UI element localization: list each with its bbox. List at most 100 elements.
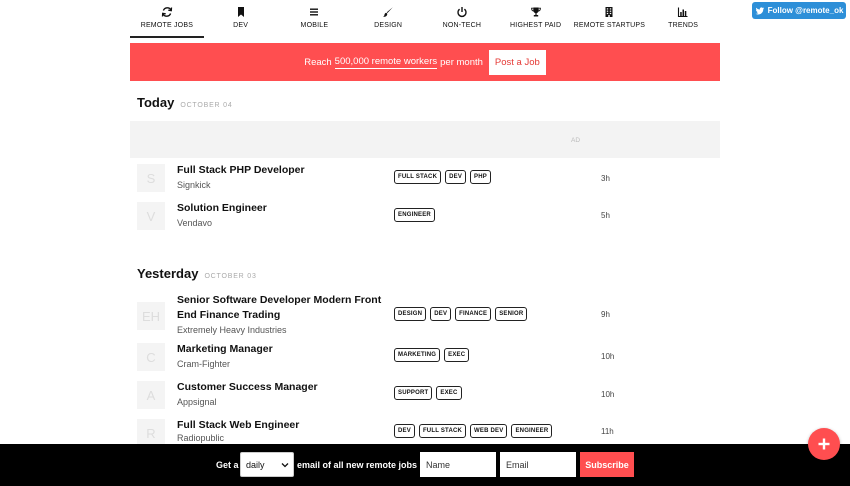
day-title: Today [137, 95, 175, 110]
banner-suffix: per month [440, 56, 483, 68]
job-tag[interactable]: DEV [394, 424, 415, 438]
frequency-value: daily [246, 459, 265, 470]
job-row[interactable]: EH Senior Software Developer Modern Fron… [130, 290, 720, 340]
job-tag[interactable]: ENGINEER [511, 424, 553, 438]
twitter-bird-icon [755, 6, 764, 14]
post-job-button[interactable]: Post a Job [488, 49, 546, 75]
plus-icon [818, 438, 830, 450]
job-tags: ENGINEER [394, 208, 435, 222]
bar-chart-icon [678, 7, 688, 18]
company-name: Radiopublic [177, 433, 225, 443]
power-icon [457, 7, 467, 18]
day-date: OCTOBER 03 [204, 273, 257, 280]
job-title[interactable]: Full Stack Web Engineer [177, 418, 382, 433]
nav-design[interactable]: DESIGN [351, 0, 425, 38]
company-name: Appsignal [177, 397, 217, 407]
nav-remote-jobs[interactable]: REMOTE JOBS [130, 0, 204, 38]
top-nav: REMOTE JOBS DEV MOBILE DESIGN NON-TECH H… [130, 0, 720, 38]
nav-label: MOBILE [300, 22, 329, 29]
job-tag[interactable]: WEB DEV [470, 424, 508, 438]
ad-label: AD [571, 137, 581, 144]
twitter-follow-label: Follow @remote_ok [767, 6, 844, 15]
nav-trends[interactable]: TRENDS [646, 0, 720, 38]
brush-icon [383, 7, 393, 17]
twitter-follow-button[interactable]: Follow @remote_ok [752, 2, 846, 19]
job-tag[interactable]: EXEC [436, 386, 462, 400]
job-title[interactable]: Solution Engineer [177, 201, 382, 216]
nav-label: DESIGN [374, 22, 403, 29]
job-tags: SUPPORT EXEC [394, 386, 462, 400]
job-tag[interactable]: FULL STACK [394, 170, 442, 184]
nav-label: DEV [233, 22, 249, 29]
frequency-select[interactable]: daily [240, 452, 294, 477]
job-tags: FULL STACK DEV PHP [394, 170, 491, 184]
job-tag[interactable]: PHP [470, 170, 491, 184]
company-logo: C [137, 343, 165, 371]
company-logo: V [137, 202, 165, 230]
trophy-icon [530, 7, 541, 17]
nav-label: REMOTE STARTUPS [573, 22, 646, 29]
day-header-yesterday: Yesterday OCTOBER 03 [137, 266, 257, 281]
day-header-today: Today OCTOBER 04 [137, 95, 233, 110]
subscribe-button[interactable]: Subscribe [580, 452, 634, 477]
job-tag[interactable]: FINANCE [455, 307, 492, 321]
job-tag[interactable]: SENIOR [495, 307, 528, 321]
company-logo: R [137, 419, 165, 447]
job-tag[interactable]: EXEC [444, 348, 470, 362]
job-tag[interactable]: MARKETING [394, 348, 441, 362]
add-job-fab[interactable] [808, 428, 840, 460]
page: REMOTE JOBS DEV MOBILE DESIGN NON-TECH H… [0, 0, 850, 486]
job-tag[interactable]: FULL STACK [418, 424, 467, 438]
job-tag[interactable]: DESIGN [394, 307, 427, 321]
bookmark-icon [237, 7, 244, 17]
job-age: 9h [601, 310, 610, 319]
job-tags: DEV FULL STACK WEB DEV ENGINEER [394, 424, 553, 438]
job-age: 11h [601, 427, 614, 436]
day-title: Yesterday [137, 266, 199, 281]
job-age: 5h [601, 211, 610, 220]
refresh-icon [161, 7, 173, 17]
nav-highest-paid[interactable]: HIGHEST PAID [499, 0, 573, 38]
nav-label: REMOTE JOBS [140, 22, 194, 29]
job-title[interactable]: Customer Success Manager [177, 380, 382, 395]
banner-highlight: 500,000 remote workers [334, 55, 438, 69]
job-tags: MARKETING EXEC [394, 348, 470, 362]
name-input[interactable]: Name [420, 452, 496, 477]
promo-banner: Reach 500,000 remote workers per month P… [130, 43, 720, 81]
nav-label: NON-TECH [442, 22, 482, 29]
email-input[interactable]: Email [500, 452, 576, 477]
company-logo: S [137, 164, 165, 192]
company-logo: EH [137, 302, 165, 330]
job-tag[interactable]: DEV [430, 307, 452, 321]
company-name: Vendavo [177, 218, 213, 228]
job-row[interactable]: A Customer Success Manager Appsignal SUP… [130, 377, 720, 415]
nav-non-tech[interactable]: NON-TECH [425, 0, 499, 38]
company-name: Signkick [177, 180, 211, 190]
chevron-down-icon [281, 463, 289, 468]
subscribe-suffix: email of all new remote jobs [297, 460, 418, 470]
subscribe-bar: Get a daily email of all new remote jobs… [0, 444, 850, 486]
nav-label: HIGHEST PAID [510, 22, 562, 29]
nav-remote-startups[interactable]: REMOTE STARTUPS [573, 0, 647, 38]
ad-slot[interactable]: AD [130, 121, 720, 158]
job-tag[interactable]: ENGINEER [394, 208, 435, 222]
company-logo: A [137, 381, 165, 409]
job-tags: DESIGN DEV FINANCE SENIOR [394, 307, 528, 321]
job-title[interactable]: Senior Software Developer Modern Front E… [177, 293, 382, 323]
company-name: Extremely Heavy Industries [177, 325, 287, 335]
job-row[interactable]: S Full Stack PHP Developer Signkick FULL… [130, 160, 720, 198]
job-row[interactable]: C Marketing Manager Cram-Fighter MARKETI… [130, 339, 720, 377]
nav-dev[interactable]: DEV [204, 0, 278, 38]
banner-prefix: Reach [304, 56, 332, 68]
day-date: OCTOBER 04 [180, 102, 233, 109]
job-tag[interactable]: DEV [445, 170, 467, 184]
job-title[interactable]: Marketing Manager [177, 342, 382, 357]
subscribe-prefix: Get a [216, 460, 239, 470]
job-title[interactable]: Full Stack PHP Developer [177, 163, 382, 178]
job-age: 10h [601, 352, 615, 361]
building-icon [605, 7, 613, 17]
menu-icon [310, 8, 319, 16]
job-tag[interactable]: SUPPORT [394, 386, 433, 400]
nav-mobile[interactable]: MOBILE [278, 0, 352, 38]
job-row[interactable]: V Solution Engineer Vendavo ENGINEER 5h [130, 198, 720, 236]
